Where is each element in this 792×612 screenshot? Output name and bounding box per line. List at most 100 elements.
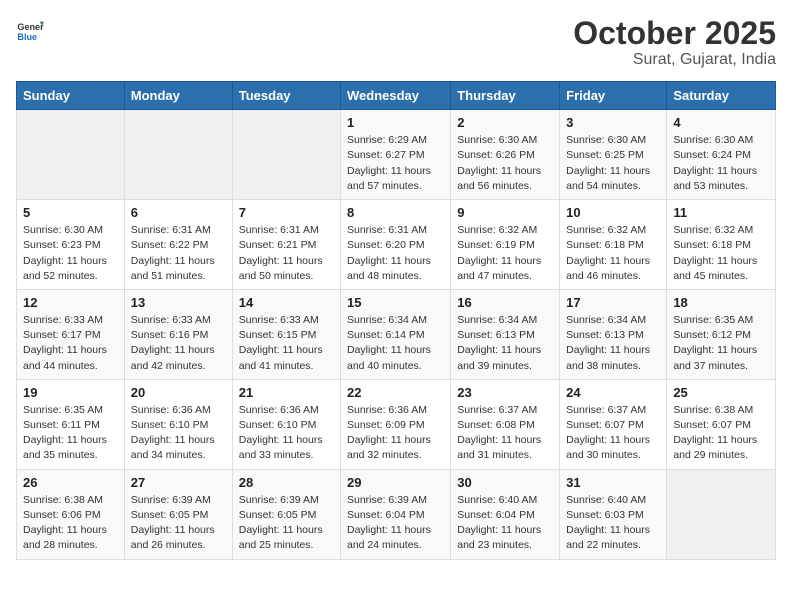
day-info: Sunrise: 6:36 AM Sunset: 6:09 PM Dayligh…	[347, 403, 444, 464]
day-info: Sunrise: 6:34 AM Sunset: 6:14 PM Dayligh…	[347, 313, 444, 374]
weekday-header: Saturday	[667, 82, 776, 110]
calendar-cell: 6 Sunrise: 6:31 AM Sunset: 6:22 PM Daylig…	[124, 200, 232, 290]
calendar-cell: 2 Sunrise: 6:30 AM Sunset: 6:26 PM Daylig…	[451, 110, 560, 200]
calendar-cell: 16 Sunrise: 6:34 AM Sunset: 6:13 PM Dayli…	[451, 289, 560, 379]
calendar-cell: 26 Sunrise: 6:38 AM Sunset: 6:06 PM Dayli…	[17, 469, 125, 559]
calendar-week-row: 12 Sunrise: 6:33 AM Sunset: 6:17 PM Dayli…	[17, 289, 776, 379]
day-number: 22	[347, 385, 444, 400]
day-number: 7	[239, 205, 334, 220]
day-number: 13	[131, 295, 226, 310]
day-info: Sunrise: 6:30 AM Sunset: 6:26 PM Dayligh…	[457, 133, 553, 194]
calendar-cell: 28 Sunrise: 6:39 AM Sunset: 6:05 PM Dayli…	[232, 469, 340, 559]
calendar-cell	[667, 469, 776, 559]
day-info: Sunrise: 6:35 AM Sunset: 6:11 PM Dayligh…	[23, 403, 118, 464]
day-number: 1	[347, 115, 444, 130]
calendar-cell: 30Sunrise: 6:40 AM Sunset: 6:04 PM Dayli…	[451, 469, 560, 559]
calendar-week-row: 5Sunrise: 6:30 AM Sunset: 6:23 PM Daylig…	[17, 200, 776, 290]
calendar-cell: 11 Sunrise: 6:32 AM Sunset: 6:18 PM Dayli…	[667, 200, 776, 290]
day-info: Sunrise: 6:32 AM Sunset: 6:18 PM Dayligh…	[566, 223, 660, 284]
calendar-week-row: 19Sunrise: 6:35 AM Sunset: 6:11 PM Dayli…	[17, 379, 776, 469]
weekday-header: Monday	[124, 82, 232, 110]
location-title: Surat, Gujarat, India	[573, 51, 776, 69]
day-info: Sunrise: 6:32 AM Sunset: 6:18 PM Dayligh…	[673, 223, 769, 284]
day-number: 23	[457, 385, 553, 400]
calendar-cell	[124, 110, 232, 200]
calendar-cell: 29Sunrise: 6:39 AM Sunset: 6:04 PM Dayli…	[341, 469, 451, 559]
day-info: Sunrise: 6:37 AM Sunset: 6:07 PM Dayligh…	[566, 403, 660, 464]
day-number: 15	[347, 295, 444, 310]
calendar-cell: 31Sunrise: 6:40 AM Sunset: 6:03 PM Dayli…	[560, 469, 667, 559]
day-number: 10	[566, 205, 660, 220]
weekday-header: Sunday	[17, 82, 125, 110]
day-info: Sunrise: 6:38 AM Sunset: 6:06 PM Dayligh…	[23, 493, 118, 554]
day-info: Sunrise: 6:34 AM Sunset: 6:13 PM Dayligh…	[457, 313, 553, 374]
calendar-cell: 25Sunrise: 6:38 AM Sunset: 6:07 PM Dayli…	[667, 379, 776, 469]
day-number: 30	[457, 475, 553, 490]
calendar-cell: 7 Sunrise: 6:31 AM Sunset: 6:21 PM Daylig…	[232, 200, 340, 290]
day-number: 28	[239, 475, 334, 490]
calendar-cell: 10 Sunrise: 6:32 AM Sunset: 6:18 PM Dayli…	[560, 200, 667, 290]
day-number: 4	[673, 115, 769, 130]
day-info: Sunrise: 6:34 AM Sunset: 6:13 PM Dayligh…	[566, 313, 660, 374]
calendar-table: SundayMondayTuesdayWednesdayThursdayFrid…	[16, 81, 776, 559]
calendar-cell: 18 Sunrise: 6:35 AM Sunset: 6:12 PM Dayli…	[667, 289, 776, 379]
logo: General Blue	[16, 16, 44, 44]
day-info: Sunrise: 6:31 AM Sunset: 6:21 PM Dayligh…	[239, 223, 334, 284]
day-number: 14	[239, 295, 334, 310]
calendar-cell: 1Sunrise: 6:29 AM Sunset: 6:27 PM Daylig…	[341, 110, 451, 200]
calendar-cell: 9 Sunrise: 6:32 AM Sunset: 6:19 PM Daylig…	[451, 200, 560, 290]
day-number: 9	[457, 205, 553, 220]
calendar-cell: 14 Sunrise: 6:33 AM Sunset: 6:15 PM Dayli…	[232, 289, 340, 379]
day-info: Sunrise: 6:30 AM Sunset: 6:25 PM Dayligh…	[566, 133, 660, 194]
day-info: Sunrise: 6:39 AM Sunset: 6:05 PM Dayligh…	[131, 493, 226, 554]
calendar-cell: 27 Sunrise: 6:39 AM Sunset: 6:05 PM Dayli…	[124, 469, 232, 559]
day-info: Sunrise: 6:32 AM Sunset: 6:19 PM Dayligh…	[457, 223, 553, 284]
title-block: October 2025 Surat, Gujarat, India	[573, 16, 776, 69]
month-title: October 2025	[573, 16, 776, 51]
day-info: Sunrise: 6:33 AM Sunset: 6:17 PM Dayligh…	[23, 313, 118, 374]
day-number: 29	[347, 475, 444, 490]
calendar-header-row: SundayMondayTuesdayWednesdayThursdayFrid…	[17, 82, 776, 110]
calendar-cell: 4Sunrise: 6:30 AM Sunset: 6:24 PM Daylig…	[667, 110, 776, 200]
day-number: 12	[23, 295, 118, 310]
day-info: Sunrise: 6:36 AM Sunset: 6:10 PM Dayligh…	[131, 403, 226, 464]
day-number: 31	[566, 475, 660, 490]
day-info: Sunrise: 6:33 AM Sunset: 6:16 PM Dayligh…	[131, 313, 226, 374]
weekday-header: Friday	[560, 82, 667, 110]
calendar-week-row: 26 Sunrise: 6:38 AM Sunset: 6:06 PM Dayli…	[17, 469, 776, 559]
day-number: 18	[673, 295, 769, 310]
day-info: Sunrise: 6:38 AM Sunset: 6:07 PM Dayligh…	[673, 403, 769, 464]
calendar-cell: 22 Sunrise: 6:36 AM Sunset: 6:09 PM Dayli…	[341, 379, 451, 469]
day-number: 2	[457, 115, 553, 130]
day-info: Sunrise: 6:31 AM Sunset: 6:22 PM Dayligh…	[131, 223, 226, 284]
calendar-week-row: 1Sunrise: 6:29 AM Sunset: 6:27 PM Daylig…	[17, 110, 776, 200]
day-number: 5	[23, 205, 118, 220]
weekday-header: Wednesday	[341, 82, 451, 110]
day-number: 3	[566, 115, 660, 130]
weekday-header: Thursday	[451, 82, 560, 110]
day-number: 24	[566, 385, 660, 400]
day-number: 17	[566, 295, 660, 310]
weekday-header: Tuesday	[232, 82, 340, 110]
day-info: Sunrise: 6:39 AM Sunset: 6:05 PM Dayligh…	[239, 493, 334, 554]
calendar-cell: 24 Sunrise: 6:37 AM Sunset: 6:07 PM Dayli…	[560, 379, 667, 469]
day-number: 16	[457, 295, 553, 310]
day-number: 26	[23, 475, 118, 490]
calendar-cell	[232, 110, 340, 200]
day-info: Sunrise: 6:36 AM Sunset: 6:10 PM Dayligh…	[239, 403, 334, 464]
svg-text:Blue: Blue	[17, 32, 37, 42]
calendar-cell: 8Sunrise: 6:31 AM Sunset: 6:20 PM Daylig…	[341, 200, 451, 290]
day-info: Sunrise: 6:35 AM Sunset: 6:12 PM Dayligh…	[673, 313, 769, 374]
calendar-cell	[17, 110, 125, 200]
day-number: 11	[673, 205, 769, 220]
calendar-cell: 19Sunrise: 6:35 AM Sunset: 6:11 PM Dayli…	[17, 379, 125, 469]
calendar-cell: 17 Sunrise: 6:34 AM Sunset: 6:13 PM Dayli…	[560, 289, 667, 379]
calendar-cell: 21Sunrise: 6:36 AM Sunset: 6:10 PM Dayli…	[232, 379, 340, 469]
calendar-cell: 23Sunrise: 6:37 AM Sunset: 6:08 PM Dayli…	[451, 379, 560, 469]
day-info: Sunrise: 6:33 AM Sunset: 6:15 PM Dayligh…	[239, 313, 334, 374]
calendar-cell: 3 Sunrise: 6:30 AM Sunset: 6:25 PM Daylig…	[560, 110, 667, 200]
day-number: 27	[131, 475, 226, 490]
calendar-cell: 20Sunrise: 6:36 AM Sunset: 6:10 PM Dayli…	[124, 379, 232, 469]
day-number: 6	[131, 205, 226, 220]
page-header: General Blue October 2025 Surat, Gujarat…	[16, 16, 776, 69]
